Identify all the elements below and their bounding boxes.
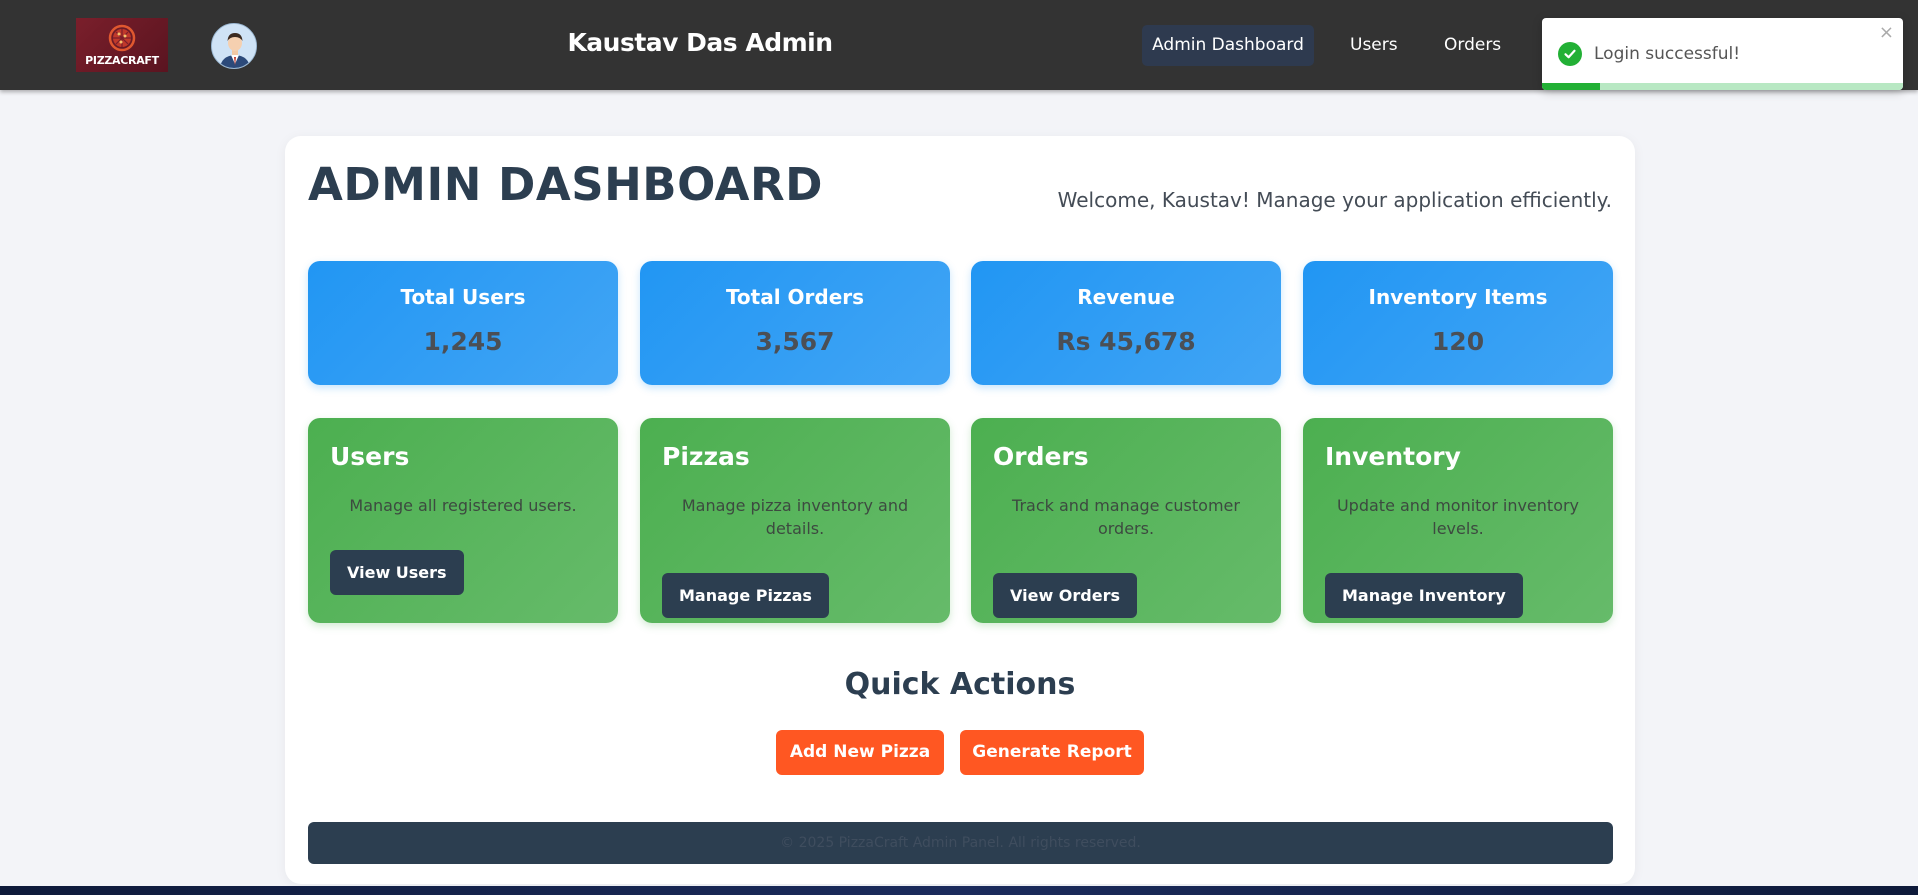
page-title: ADMIN DASHBOARD (308, 158, 823, 211)
nav-users[interactable]: Users (1336, 25, 1412, 66)
nav-orders[interactable]: Orders (1430, 25, 1515, 66)
add-new-pizza-button[interactable]: Add New Pizza (776, 730, 944, 775)
avatar[interactable] (211, 23, 257, 69)
welcome-message: Welcome, Kaustav! Manage your applicatio… (1057, 188, 1612, 212)
stat-value: 3,567 (755, 327, 835, 356)
stat-card-inventory-items: Inventory Items 120 (1303, 261, 1613, 385)
stat-value: Rs 45,678 (1056, 327, 1196, 356)
card-title: Users (330, 442, 410, 471)
pizza-icon (108, 24, 136, 52)
stat-card-total-orders: Total Orders 3,567 (640, 261, 950, 385)
stat-value: 1,245 (423, 327, 503, 356)
toast-progress-bar (1542, 83, 1903, 90)
quick-actions-title: Quick Actions (844, 667, 1076, 702)
stat-card-revenue: Revenue Rs 45,678 (971, 261, 1281, 385)
card-title: Orders (993, 442, 1089, 471)
stat-label: Total Orders (725, 285, 865, 309)
logo-text: PIZZACRAFT (85, 54, 159, 67)
stat-label: Revenue (1077, 285, 1175, 309)
os-taskbar (0, 886, 1918, 895)
admin-name-title: Kaustav Das Admin (567, 28, 833, 57)
card-description: Update and monitor inventory levels. (1336, 496, 1580, 538)
card-description: Manage pizza inventory and details. (681, 496, 909, 538)
management-card-users: Users Manage all registered users. View … (308, 418, 618, 623)
management-card-orders: Orders Track and manage customer orders.… (971, 418, 1281, 623)
pizzacraft-logo[interactable]: PIZZACRAFT (76, 18, 168, 72)
card-description: Track and manage customer orders. (1012, 496, 1240, 538)
manage-pizzas-button[interactable]: Manage Pizzas (662, 573, 829, 618)
stat-card-total-users: Total Users 1,245 (308, 261, 618, 385)
footer: © 2025 PizzaCraft Admin Panel. All right… (308, 822, 1613, 864)
check-circle-icon (1558, 42, 1582, 66)
card-title: Pizzas (662, 442, 750, 471)
view-users-button[interactable]: View Users (330, 550, 464, 595)
toast-message: Login successful! (1594, 44, 1741, 64)
stat-label: Total Users (400, 285, 526, 309)
close-icon[interactable]: × (1879, 22, 1894, 43)
dashboard-container: ADMIN DASHBOARD Welcome, Kaustav! Manage… (285, 136, 1635, 884)
toast-progress-fill (1542, 83, 1600, 90)
card-title: Inventory (1325, 442, 1461, 471)
user-avatar-icon (212, 24, 256, 68)
manage-inventory-button[interactable]: Manage Inventory (1325, 573, 1523, 618)
login-toast: Login successful! × (1542, 18, 1903, 90)
generate-report-button[interactable]: Generate Report (960, 730, 1144, 775)
stat-label: Inventory Items (1368, 285, 1548, 309)
card-description: Manage all registered users. (349, 496, 577, 515)
management-card-inventory: Inventory Update and monitor inventory l… (1303, 418, 1613, 623)
management-card-pizzas: Pizzas Manage pizza inventory and detail… (640, 418, 950, 623)
nav-admin-dashboard[interactable]: Admin Dashboard (1142, 25, 1314, 66)
stat-value: 120 (1431, 327, 1485, 356)
view-orders-button[interactable]: View Orders (993, 573, 1137, 618)
